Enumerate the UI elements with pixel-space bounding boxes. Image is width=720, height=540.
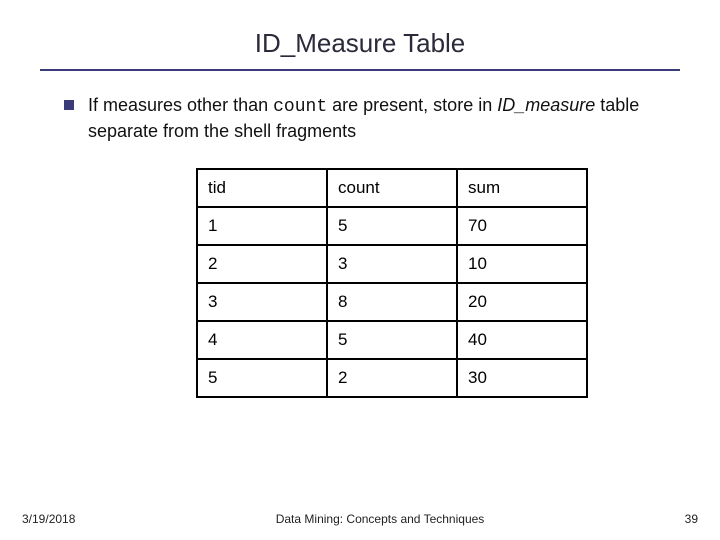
bullet-code: count (273, 97, 327, 117)
table-row: 3 8 20 (197, 283, 587, 321)
cell: 10 (457, 245, 587, 283)
square-bullet-icon (64, 100, 74, 110)
table-row: 1 5 70 (197, 207, 587, 245)
table-row: 2 3 10 (197, 245, 587, 283)
table-row: 5 2 30 (197, 359, 587, 397)
cell: 2 (197, 245, 327, 283)
footer-center: Data Mining: Concepts and Techniques (75, 512, 684, 526)
slide: ID_Measure Table If measures other than … (0, 0, 720, 540)
page-title: ID_Measure Table (40, 28, 680, 59)
id-measure-table: tid count sum 1 5 70 2 3 10 3 8 20 (196, 168, 588, 398)
table-wrap: tid count sum 1 5 70 2 3 10 3 8 20 (196, 168, 680, 398)
table-row: 4 5 40 (197, 321, 587, 359)
bullet-item: If measures other than count are present… (64, 93, 680, 144)
bullet-text: If measures other than count are present… (88, 93, 680, 144)
col-header-tid: tid (197, 169, 327, 207)
bullet-mid: are present, store in (327, 95, 497, 115)
title-divider (40, 69, 680, 71)
cell: 5 (327, 207, 457, 245)
cell: 3 (197, 283, 327, 321)
cell: 1 (197, 207, 327, 245)
col-header-sum: sum (457, 169, 587, 207)
cell: 5 (327, 321, 457, 359)
cell: 5 (197, 359, 327, 397)
footer: 3/19/2018 Data Mining: Concepts and Tech… (0, 512, 720, 526)
cell: 3 (327, 245, 457, 283)
cell: 4 (197, 321, 327, 359)
bullet-em: ID_measure (497, 95, 595, 115)
cell: 2 (327, 359, 457, 397)
footer-date: 3/19/2018 (22, 512, 75, 526)
cell: 8 (327, 283, 457, 321)
cell: 30 (457, 359, 587, 397)
table-header-row: tid count sum (197, 169, 587, 207)
body: If measures other than count are present… (40, 93, 680, 398)
cell: 20 (457, 283, 587, 321)
col-header-count: count (327, 169, 457, 207)
cell: 40 (457, 321, 587, 359)
footer-page: 39 (685, 512, 698, 526)
cell: 70 (457, 207, 587, 245)
bullet-pre: If measures other than (88, 95, 273, 115)
